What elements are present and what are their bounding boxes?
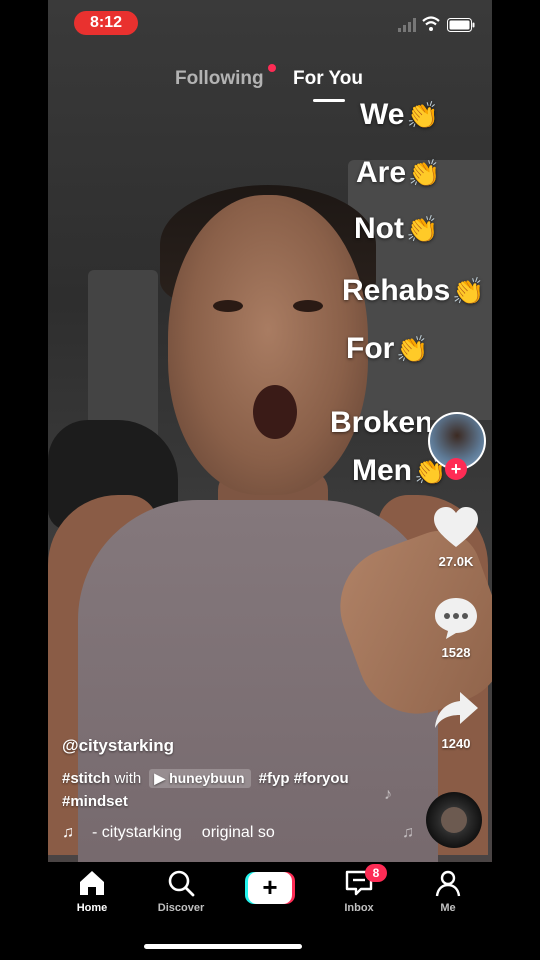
- sound-cover: [441, 807, 467, 833]
- hashtag[interactable]: #mindset: [62, 793, 128, 810]
- nav-inbox[interactable]: 8 Inbox: [319, 864, 399, 914]
- like-count: 27.0K: [438, 554, 474, 569]
- home-icon: [80, 871, 104, 895]
- nav-me-label: Me: [440, 902, 456, 914]
- status-bar: 8:12: [48, 0, 492, 44]
- wifi-icon: [422, 16, 440, 31]
- stitch-username: huneybuun: [169, 770, 245, 786]
- clapping-hands-icon: 👏: [406, 100, 439, 130]
- music-disc[interactable]: [426, 792, 482, 848]
- nav-inbox-label: Inbox: [344, 902, 374, 914]
- background-door: [88, 270, 158, 440]
- overlay-word: Men👏: [352, 454, 447, 487]
- overlay-word: Rehabs👏: [342, 274, 485, 307]
- nav-home[interactable]: Home: [52, 868, 132, 914]
- inbox-badge: 8: [365, 864, 387, 882]
- floating-note-icon: ♫: [402, 824, 414, 841]
- heart-icon[interactable]: [432, 506, 480, 550]
- phone-screen: 8:12 Following For You We👏 Are👏 Not👏 Reh…: [48, 0, 492, 960]
- person-mouth: [253, 385, 297, 439]
- battery-icon: [447, 18, 475, 32]
- status-time: 8:12: [74, 11, 138, 35]
- share-count: 1240: [441, 736, 471, 751]
- nav-home-label: Home: [76, 902, 108, 914]
- hashtag[interactable]: #foryou: [294, 770, 349, 787]
- person-eye-right: [293, 300, 323, 312]
- caption-line: #stitch with ▶ huneybuun #fyp #foryou: [62, 769, 349, 788]
- comment-count: 1528: [441, 645, 471, 660]
- nav-discover[interactable]: Discover: [141, 868, 221, 914]
- tab-active-indicator: [313, 99, 345, 102]
- tab-for-you[interactable]: For You: [293, 68, 363, 90]
- hashtag[interactable]: #stitch: [62, 770, 110, 787]
- nav-discover-label: Discover: [157, 902, 205, 914]
- home-indicator[interactable]: [144, 944, 302, 949]
- overlay-word: For👏: [346, 332, 429, 365]
- person-face: [168, 195, 368, 495]
- overlay-word: Not👏: [354, 212, 439, 245]
- signal-icon: [398, 18, 416, 32]
- search-icon: [168, 870, 195, 897]
- hashtag[interactable]: #fyp: [259, 770, 290, 787]
- overlay-word: Are👏: [356, 156, 441, 189]
- clapping-hands-icon: 👏: [452, 276, 485, 306]
- floating-note-icon: ♪: [384, 786, 392, 803]
- play-icon: ▶: [154, 770, 166, 786]
- clapping-hands-icon: 👏: [396, 334, 429, 364]
- overlay-word: We👏: [360, 98, 439, 131]
- clapping-hands-icon: 👏: [405, 214, 439, 244]
- person-eye-left: [213, 300, 243, 312]
- plus-icon: +: [248, 872, 292, 904]
- overlay-word: Broken: [330, 406, 430, 439]
- music-info[interactable]: ♫ - citystarking original so: [62, 824, 302, 842]
- stitch-chip[interactable]: ▶ huneybuun: [149, 769, 251, 788]
- share-icon[interactable]: [432, 688, 480, 732]
- comment-icon[interactable]: [432, 596, 480, 640]
- clapping-hands-icon: 👏: [408, 158, 441, 188]
- music-credit: - citystarking: [92, 824, 182, 841]
- caption-with-text: with: [114, 770, 142, 787]
- tab-following[interactable]: Following: [175, 68, 264, 90]
- music-title: original so: [201, 824, 275, 841]
- caption-line: #mindset: [62, 793, 128, 810]
- following-notification-dot: [268, 64, 276, 72]
- create-button[interactable]: +: [245, 872, 295, 904]
- follow-button[interactable]: +: [445, 458, 467, 480]
- creator-username[interactable]: @citystarking: [62, 736, 174, 756]
- music-note-icon: ♫: [62, 824, 74, 841]
- person-icon: [435, 870, 461, 897]
- nav-me[interactable]: Me: [408, 868, 488, 914]
